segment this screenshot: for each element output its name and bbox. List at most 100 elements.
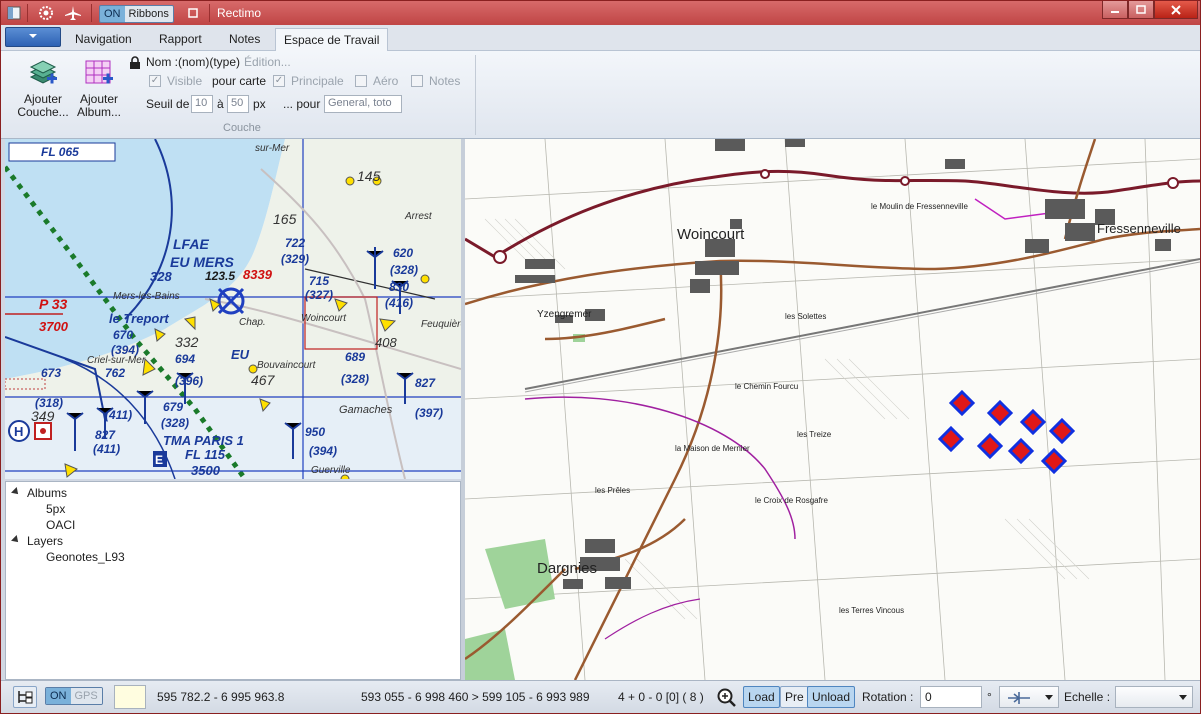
- geonote-marker: [1048, 417, 1076, 445]
- map-town-label: Yzengremer: [537, 309, 592, 320]
- map-label: LFAE: [173, 236, 209, 252]
- map-place-label: le Chemin Fourcu: [735, 382, 798, 391]
- aero-map-view[interactable]: FL 065 sur-Mer 145 165 Arrest LFAE EU ME…: [5, 139, 461, 479]
- map-label: 670: [113, 328, 133, 342]
- zoom-search-icon: [717, 688, 736, 707]
- cursor-coordinates: 595 782.2 - 6 995 963.8: [157, 690, 285, 704]
- map-label: (411): [105, 408, 132, 422]
- load-button[interactable]: Load: [743, 686, 780, 708]
- ribbons-toggle-label: Ribbons: [124, 6, 173, 22]
- rotation-mode-select[interactable]: [999, 686, 1059, 708]
- add-layer-button[interactable]: Ajouter Couche...: [17, 55, 69, 121]
- map-label: EU: [231, 347, 250, 362]
- ribbons-toggle[interactable]: ON Ribbons: [99, 5, 174, 23]
- map-label: 715: [309, 274, 329, 288]
- map-place-label: le Moulin de Fressenneville: [871, 202, 968, 211]
- tree-albums[interactable]: Albums: [27, 486, 67, 500]
- map-label: Arrest: [404, 211, 433, 222]
- name-edit-placeholder[interactable]: Édition...: [244, 55, 291, 69]
- map-label: (411): [93, 442, 120, 456]
- for-label: ... pour: [283, 97, 321, 111]
- pre-button[interactable]: Pre: [780, 686, 809, 708]
- map-label: Chap.: [239, 317, 266, 328]
- status-bar: ON GPS 595 782.2 - 6 995 963.8 593 055 -…: [1, 680, 1200, 713]
- map-extent: 593 055 - 6 998 460 > 599 105 - 6 993 98…: [361, 690, 590, 704]
- square-icon[interactable]: [187, 5, 199, 21]
- for-input[interactable]: General, toto: [324, 95, 402, 113]
- tab-navigation[interactable]: Navigation: [67, 28, 140, 51]
- map-label: 165: [273, 211, 297, 227]
- map-label: 827: [415, 376, 436, 390]
- map-label: 332: [175, 334, 199, 350]
- tree-panel-button[interactable]: [13, 686, 37, 708]
- close-icon: [1171, 4, 1181, 15]
- map-label: (328): [161, 416, 189, 430]
- map-label: (328): [390, 263, 418, 277]
- map-label: 722: [285, 236, 305, 250]
- map-label: 762: [105, 366, 125, 380]
- name-value[interactable]: (nom)(type): [178, 55, 240, 69]
- notes-checkbox[interactable]: [411, 75, 423, 87]
- settings-icon[interactable]: [37, 5, 55, 21]
- aero-checkbox[interactable]: [355, 75, 367, 87]
- maximize-button[interactable]: [1128, 1, 1154, 19]
- plane-icon[interactable]: [63, 5, 83, 21]
- main-checkbox[interactable]: ✓: [273, 75, 285, 87]
- topo-map-canvas: Woincourt Fressenneville Yzengremer Darg…: [465, 139, 1200, 680]
- layers-add-icon: [27, 57, 59, 89]
- map-label: 827: [95, 428, 116, 442]
- qa-separator: [27, 4, 28, 22]
- ribbon-group-separator: [475, 55, 476, 135]
- minimize-button[interactable]: [1102, 1, 1128, 19]
- group-label-couche: Couche: [223, 122, 261, 134]
- ribbon-tabs: Navigation Rapport Notes Espace de Trava…: [1, 25, 1200, 51]
- threshold-min-input[interactable]: 10: [191, 95, 213, 113]
- app-icon[interactable]: [7, 5, 21, 21]
- geonote-marker: [986, 399, 1014, 427]
- map-label: (396): [175, 374, 203, 388]
- tab-espace-de-travail[interactable]: Espace de Travail: [275, 28, 389, 51]
- expand-icon[interactable]: [11, 487, 21, 497]
- qa-separator: [209, 4, 210, 22]
- title-bar: ON Ribbons Rectimo: [1, 1, 1200, 25]
- map-label: (416): [385, 296, 413, 310]
- tree-item[interactable]: Geonotes_L93: [46, 550, 125, 564]
- visible-label: Visible: [167, 74, 203, 88]
- ribbon-panel: Ajouter Couche... Ajouter Album... Nom :…: [1, 51, 1200, 139]
- tab-notes[interactable]: Notes: [221, 28, 268, 51]
- gps-toggle[interactable]: ON GPS: [45, 687, 103, 705]
- topo-map-view[interactable]: Woincourt Fressenneville Yzengremer Darg…: [465, 139, 1200, 680]
- close-button[interactable]: [1154, 1, 1198, 19]
- scale-label: Echelle :: [1064, 690, 1111, 704]
- tree-item[interactable]: OACI: [46, 518, 75, 532]
- expand-icon[interactable]: [11, 535, 21, 545]
- map-label: (329): [281, 252, 309, 266]
- degree-label: °: [987, 690, 992, 704]
- geonote-marker: [1007, 437, 1035, 465]
- map-label: 689: [345, 350, 365, 364]
- scale-select[interactable]: [1115, 686, 1193, 708]
- map-label: 467: [251, 372, 276, 388]
- tree-layers[interactable]: Layers: [27, 534, 63, 548]
- to-label: à: [217, 97, 224, 111]
- map-label: 408: [375, 335, 397, 350]
- threshold-max-input[interactable]: 50: [227, 95, 249, 113]
- tree-item[interactable]: 5px: [46, 502, 65, 516]
- zoom-button[interactable]: [716, 687, 736, 707]
- tab-rapport[interactable]: Rapport: [151, 28, 210, 51]
- visible-checkbox[interactable]: ✓: [149, 75, 161, 87]
- unload-button[interactable]: Unload: [807, 686, 856, 708]
- map-label: 830: [389, 280, 409, 294]
- map-town-label: Dargnies: [537, 560, 597, 577]
- add-album-button[interactable]: Ajouter Album...: [73, 55, 125, 121]
- layer-tree[interactable]: Albums 5px OACI Layers Geonotes_L93: [5, 481, 461, 680]
- geonote-marker: [976, 432, 1004, 460]
- color-swatch[interactable]: [114, 685, 146, 709]
- rotation-input[interactable]: 0: [920, 686, 982, 708]
- app-menu-button[interactable]: [5, 27, 61, 47]
- map-label: Woincourt: [301, 313, 347, 324]
- map-place-label: les Terres Vincous: [839, 606, 904, 615]
- map-place-label: le Croix de Rosgafre: [755, 496, 828, 505]
- lock-icon[interactable]: [129, 56, 141, 70]
- tree-panel-icon: [18, 691, 33, 704]
